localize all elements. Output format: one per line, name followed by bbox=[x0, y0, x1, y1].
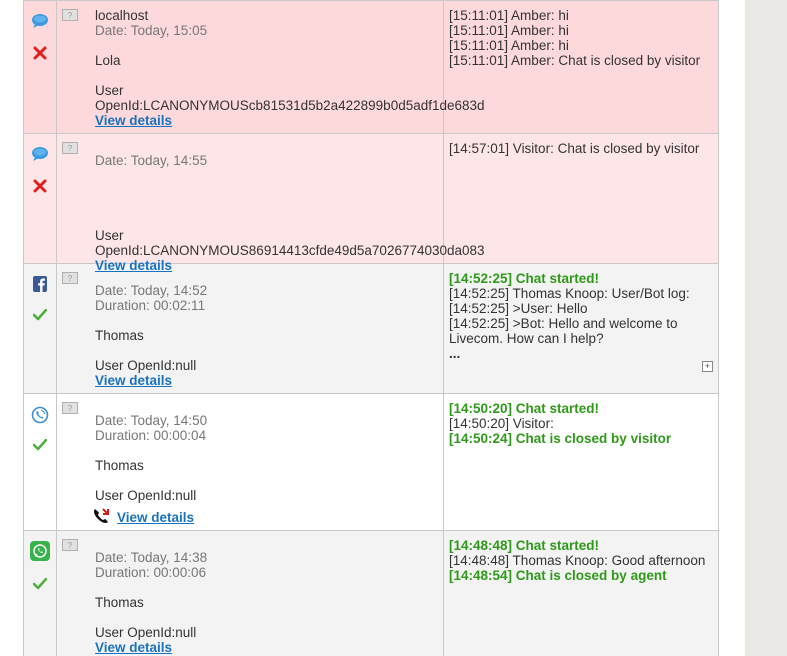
visitor-name: Thomas bbox=[95, 328, 144, 343]
chat-bubble-icon bbox=[32, 147, 48, 161]
viber-icon bbox=[31, 406, 49, 424]
table-row: ? Date: Today, 14:50 Duration: 00:00:04 … bbox=[23, 394, 719, 531]
chat-log: [14:52:25] Chat started! [14:52:25] Thom… bbox=[444, 264, 718, 393]
user-openid: User bbox=[95, 228, 124, 243]
visitor-name: Thomas bbox=[95, 595, 144, 610]
log-line: [14:50:24] Chat is closed by visitor bbox=[449, 431, 672, 446]
row-info: ? Date: Today, 14:38 Duration: 00:00:06 … bbox=[57, 531, 444, 656]
view-details-link[interactable]: View details bbox=[95, 113, 437, 128]
log-line: [15:11:01] Amber: hi bbox=[449, 23, 569, 38]
chat-duration: Duration: 00:02:11 bbox=[95, 298, 206, 313]
right-side-panel bbox=[745, 0, 787, 656]
row-info: ? Date: Today, 14:55 User OpenId:LCANONY… bbox=[57, 134, 485, 273]
log-line: [14:52:25] >User: Hello bbox=[449, 301, 588, 316]
chat-log: [14:57:01] Visitor: Chat is closed by vi… bbox=[444, 134, 718, 263]
log-ellipsis: ... bbox=[449, 346, 461, 361]
log-line: [14:48:48] Thomas Knoop: Good afternoon bbox=[449, 553, 706, 568]
log-line: [14:52:25] Chat started! bbox=[449, 271, 600, 286]
user-openid: User OpenId:null bbox=[95, 358, 197, 373]
chat-date: Date: Today, 14:50 bbox=[95, 413, 208, 428]
log-line: [14:48:48] Chat started! bbox=[449, 538, 600, 553]
user-openid: User bbox=[95, 83, 124, 98]
screenshot-thumbnail: ? bbox=[62, 539, 78, 551]
row-info: ? Date: Today, 14:50 Duration: 00:00:04 … bbox=[57, 394, 444, 530]
screenshot-thumbnail: ? bbox=[62, 272, 78, 284]
facebook-icon bbox=[33, 276, 47, 292]
chat-date: Date: Today, 14:38 bbox=[95, 550, 208, 565]
row-icons bbox=[24, 394, 57, 530]
log-line: Livecom. How can I help? bbox=[449, 331, 604, 346]
site-host: localhost bbox=[95, 8, 149, 23]
view-details-link[interactable]: View details bbox=[95, 640, 437, 655]
visitor-name: Thomas bbox=[95, 458, 144, 473]
row-icons bbox=[24, 134, 57, 263]
red-x-icon bbox=[33, 179, 47, 193]
row-info: ? Date: Today, 14:52 Duration: 00:02:11 … bbox=[57, 264, 444, 393]
chat-history-table: ? localhost Date: Today, 15:05 Lola User… bbox=[23, 0, 719, 656]
chat-duration: Duration: 00:00:06 bbox=[95, 565, 207, 580]
log-line: [14:48:54] Chat is closed by agent bbox=[449, 568, 667, 583]
chat-date: Date: Today, 14:52 bbox=[95, 283, 208, 298]
view-details-link[interactable]: View details bbox=[117, 510, 194, 525]
screenshot-thumbnail: ? bbox=[62, 142, 78, 154]
user-openid-value: OpenId:LCANONYMOUScb81531d5b2a422899b0d5… bbox=[95, 98, 485, 113]
row-info: ? localhost Date: Today, 15:05 Lola User… bbox=[57, 1, 485, 133]
green-check-icon bbox=[33, 439, 47, 451]
log-line: [14:52:25] >Bot: Hello and welcome to bbox=[449, 316, 678, 331]
chat-date: Date: Today, 14:55 bbox=[95, 153, 208, 168]
log-line: [15:11:01] Amber: Chat is closed by visi… bbox=[449, 53, 701, 68]
screenshot-thumbnail: ? bbox=[62, 9, 78, 21]
screenshot-thumbnail: ? bbox=[62, 402, 78, 414]
chat-bubble-icon bbox=[32, 14, 48, 28]
log-line: [14:50:20] Visitor: bbox=[449, 416, 554, 431]
expand-log-button[interactable]: + bbox=[702, 361, 713, 372]
chat-log: [15:11:01] Amber: hi [15:11:01] Amber: h… bbox=[444, 1, 718, 133]
phone-call-icon bbox=[94, 508, 109, 523]
row-icons bbox=[24, 531, 57, 656]
visitor-name: Lola bbox=[95, 53, 121, 68]
log-line: [15:11:01] Amber: hi bbox=[449, 38, 569, 53]
table-row: ? Date: Today, 14:52 Duration: 00:02:11 … bbox=[23, 264, 719, 394]
green-check-icon bbox=[33, 309, 47, 321]
user-openid-value: OpenId:LCANONYMOUS86914413cfde49d5a70267… bbox=[95, 243, 485, 258]
whatsapp-icon bbox=[30, 541, 50, 561]
row-icons bbox=[24, 1, 57, 133]
log-line: [15:11:01] Amber: hi bbox=[449, 8, 569, 23]
green-check-icon bbox=[33, 578, 47, 590]
view-details-link[interactable]: View details bbox=[95, 373, 437, 388]
table-row: ? Date: Today, 14:38 Duration: 00:00:06 … bbox=[23, 531, 719, 656]
log-line: [14:52:25] Thomas Knoop: User/Bot log: bbox=[449, 286, 690, 301]
row-icons bbox=[24, 264, 57, 393]
table-row: ? localhost Date: Today, 15:05 Lola User… bbox=[23, 0, 719, 134]
chat-log: [14:50:20] Chat started! [14:50:20] Visi… bbox=[444, 394, 718, 530]
red-x-icon bbox=[33, 46, 47, 60]
log-line: [14:57:01] Visitor: Chat is closed by vi… bbox=[449, 141, 700, 156]
chat-log: [14:48:48] Chat started! [14:48:48] Thom… bbox=[444, 531, 718, 656]
user-openid: User OpenId:null bbox=[95, 625, 197, 640]
log-line: [14:50:20] Chat started! bbox=[449, 401, 600, 416]
table-row: ? Date: Today, 14:55 User OpenId:LCANONY… bbox=[23, 134, 719, 273]
chat-duration: Duration: 00:00:04 bbox=[95, 428, 207, 443]
user-openid: User OpenId:null bbox=[95, 488, 197, 503]
chat-date: Date: Today, 15:05 bbox=[95, 23, 208, 38]
